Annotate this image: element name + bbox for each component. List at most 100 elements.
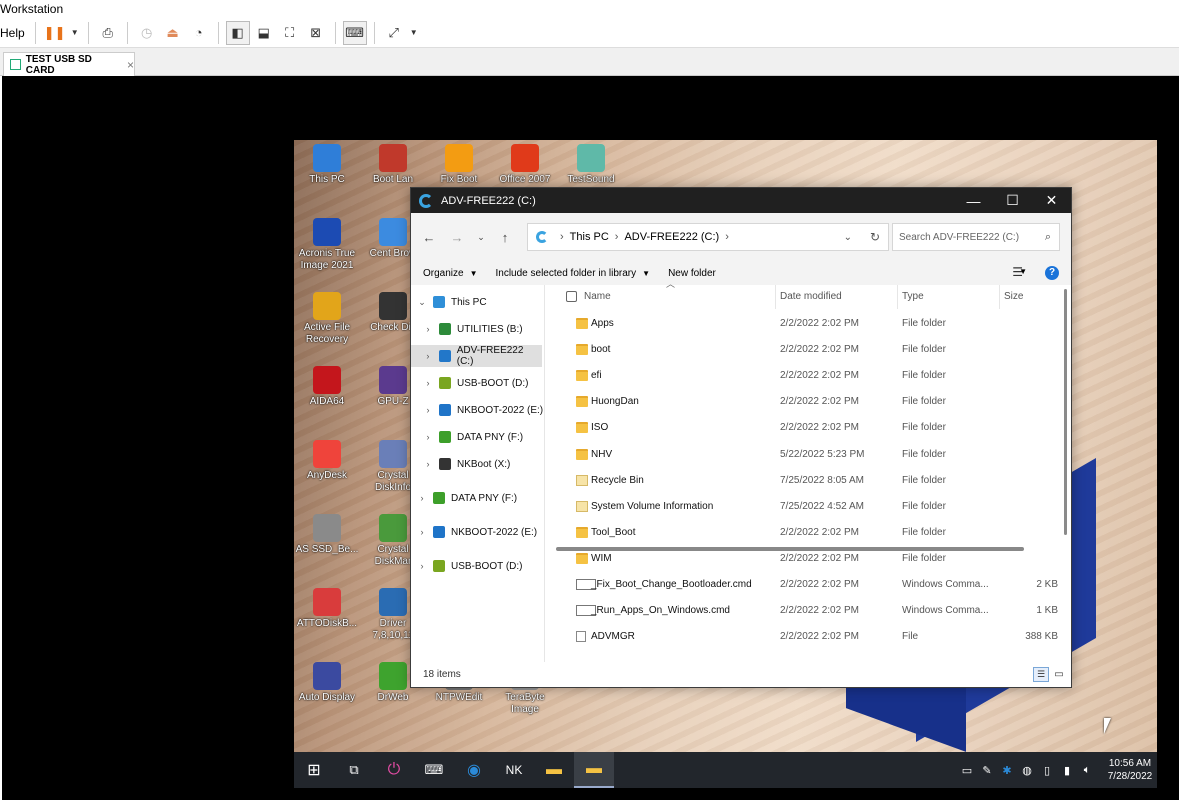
- nav-item[interactable]: ⌄ This PC: [411, 291, 545, 313]
- file-row[interactable]: Apps 2/2/2022 2:02 PM File folder: [546, 311, 1058, 337]
- full-screen-icon[interactable]: ⛶: [278, 21, 302, 45]
- column-name[interactable]: Name: [580, 285, 776, 309]
- nav-item[interactable]: › NKBOOT-2022 (E:): [411, 521, 545, 543]
- pen-icon[interactable]: ✎: [977, 764, 997, 777]
- desktop-shortcut[interactable]: Active File Recovery: [294, 292, 360, 346]
- snapshot-manager-icon[interactable]: ◔: [187, 21, 211, 45]
- navigation-pane[interactable]: ⌄ This PC › UTILITIES (B:) › ADV-FREE222 (C:)…: [411, 285, 545, 662]
- nav-item[interactable]: › DATA PNY (F:): [411, 487, 545, 509]
- desktop-shortcut[interactable]: Fix Boot: [426, 144, 492, 186]
- unity-icon[interactable]: ⊠: [304, 21, 328, 45]
- vertical-scrollbar-thumb[interactable]: [1064, 289, 1067, 535]
- chevron-right-icon[interactable]: ›: [421, 432, 435, 442]
- chevron-down-icon[interactable]: ▼: [408, 21, 420, 45]
- wifi-icon[interactable]: ◉: [454, 752, 494, 788]
- desktop-shortcut[interactable]: AIDA64: [294, 366, 360, 408]
- file-row[interactable]: _Run_Apps_On_Windows.cmd 2/2/2022 2:02 PM…: [546, 598, 1058, 624]
- start-icon[interactable]: ⊞: [294, 752, 334, 788]
- nav-item[interactable]: › ADV-FREE222 (C:): [411, 345, 542, 367]
- clock[interactable]: 10:56 AM 7/28/2022: [1103, 757, 1157, 783]
- file-row[interactable]: System Volume Information 7/25/2022 4:52 …: [546, 494, 1058, 520]
- pause-icon[interactable]: ❚❚: [43, 21, 67, 45]
- chevron-down-icon[interactable]: ▼: [69, 21, 81, 45]
- explorer-titlebar[interactable]: ADV-FREE222 (C:) — ☐ ✕: [411, 188, 1071, 213]
- snapshot-icon[interactable]: ◷: [135, 21, 159, 45]
- desktop-shortcut[interactable]: TestSound: [558, 144, 624, 186]
- show-library-icon[interactable]: ◧: [225, 20, 250, 45]
- maximize-button[interactable]: ☐: [993, 188, 1032, 213]
- explorer-window[interactable]: ADV-FREE222 (C:) — ☐ ✕ ← → ⌄ ↑ › This PC…: [410, 187, 1072, 688]
- file-row[interactable]: ADVMGR 2/2/2022 2:02 PM File 388 KB: [546, 624, 1058, 650]
- power-icon[interactable]: ⏻: [374, 752, 414, 788]
- address-bar[interactable]: › This PC › ADV-FREE222 (C:) › ⌄ ↻: [527, 223, 889, 251]
- close-button[interactable]: ✕: [1032, 188, 1071, 213]
- file-row[interactable]: _Fix_Boot_Change_Bootloader.cmd 2/2/2022 …: [546, 572, 1058, 598]
- send-ctrl-alt-del-icon[interactable]: ⎙: [96, 21, 120, 45]
- horizontal-scrollbar-thumb[interactable]: [556, 547, 1024, 551]
- file-row[interactable]: ISO 2/2/2022 2:02 PM File folder: [546, 415, 1058, 441]
- battery-icon[interactable]: ▮: [1057, 764, 1077, 777]
- desktop-shortcut[interactable]: ATTODiskB...: [294, 588, 360, 630]
- large-icons-view-icon[interactable]: ▭: [1051, 667, 1067, 682]
- help-menu[interactable]: Help: [0, 26, 29, 40]
- up-arrow-icon[interactable]: ↑: [491, 223, 519, 251]
- file-row[interactable]: Tool_Boot 2/2/2022 2:02 PM File folder: [546, 520, 1058, 546]
- task-view-icon[interactable]: ⧉: [334, 752, 374, 788]
- file-row[interactable]: boot 2/2/2022 2:02 PM File folder: [546, 337, 1058, 363]
- chevron-down-icon[interactable]: ▼: [1019, 267, 1027, 276]
- nav-item[interactable]: › USB-BOOT (D:): [411, 555, 545, 577]
- column-date-modified[interactable]: Date modified: [776, 285, 898, 309]
- tab-vm[interactable]: TEST USB SD CARD ×: [3, 52, 135, 76]
- nav-item[interactable]: › NKBoot (X:): [411, 453, 545, 475]
- file-row[interactable]: NHV 5/22/2022 5:23 PM File folder: [546, 442, 1058, 468]
- usb-icon[interactable]: ▯: [1037, 764, 1057, 777]
- console-view-icon[interactable]: ⌨: [342, 20, 367, 45]
- breadcrumb-drive[interactable]: ADV-FREE222 (C:): [624, 231, 719, 243]
- chevron-right-icon[interactable]: ›: [421, 351, 435, 361]
- minimize-button[interactable]: —: [954, 188, 993, 213]
- chevron-right-icon[interactable]: ›: [415, 493, 429, 503]
- search-input[interactable]: Search ADV-FREE222 (C:) ⌕: [892, 223, 1060, 251]
- chevron-right-icon[interactable]: ›: [421, 324, 435, 334]
- network-icon[interactable]: ▭: [957, 764, 977, 777]
- chevron-right-icon[interactable]: ›: [421, 405, 435, 415]
- recent-locations-chevron-icon[interactable]: ⌄: [471, 223, 491, 251]
- defender-icon[interactable]: ◍: [1017, 764, 1037, 777]
- column-size[interactable]: Size: [1000, 285, 1058, 309]
- volume-icon[interactable]: 🔈︎: [1077, 764, 1097, 777]
- close-icon[interactable]: ×: [127, 58, 134, 72]
- nav-item[interactable]: › DATA PNY (F:): [411, 426, 545, 448]
- chevron-down-icon[interactable]: ⌄: [844, 232, 852, 243]
- keyboard-icon[interactable]: ⌨: [414, 752, 454, 788]
- refresh-icon[interactable]: ↻: [870, 230, 880, 244]
- breadcrumb-chevron-icon[interactable]: ›: [725, 231, 729, 243]
- desktop-shortcut[interactable]: AnyDesk: [294, 440, 360, 482]
- chevron-right-icon[interactable]: ›: [415, 561, 429, 571]
- breadcrumb-chevron-icon[interactable]: ›: [560, 231, 564, 243]
- chevron-right-icon[interactable]: ›: [421, 378, 435, 388]
- help-icon[interactable]: ?: [1045, 266, 1059, 280]
- stretch-guest-icon[interactable]: ⤢: [382, 21, 406, 45]
- file-explorer-icon[interactable]: ▬: [534, 752, 574, 788]
- organize-button[interactable]: Organize ▼: [411, 268, 484, 279]
- nkboot-icon[interactable]: NK: [494, 752, 534, 788]
- file-row[interactable]: efi 2/2/2022 2:02 PM File folder: [546, 363, 1058, 389]
- nav-item[interactable]: › UTILITIES (B:): [411, 318, 545, 340]
- desktop-shortcut[interactable]: This PC: [294, 144, 360, 186]
- chevron-down-icon[interactable]: ⌄: [415, 297, 429, 308]
- desktop-shortcut[interactable]: Boot Lan: [360, 144, 426, 186]
- column-type[interactable]: Type: [898, 285, 1000, 309]
- breadcrumb-chevron-icon[interactable]: ›: [615, 231, 619, 243]
- file-row[interactable]: HuongDan 2/2/2022 2:02 PM File folder: [546, 389, 1058, 415]
- revert-snapshot-icon[interactable]: ⏏: [161, 21, 185, 45]
- select-all-checkbox[interactable]: [566, 291, 577, 302]
- chevron-right-icon[interactable]: ›: [415, 527, 429, 537]
- file-explorer-icon[interactable]: ▬: [574, 752, 614, 788]
- desktop-shortcut[interactable]: Auto Display: [294, 662, 360, 704]
- bluetooth-icon[interactable]: ✱: [997, 764, 1017, 777]
- desktop-shortcut[interactable]: AS SSD_Be...: [294, 514, 360, 556]
- details-view-icon[interactable]: ☰: [1033, 667, 1049, 682]
- desktop-shortcut[interactable]: Acronis True Image 2021: [294, 218, 360, 272]
- nav-item[interactable]: › USB-BOOT (D:): [411, 372, 545, 394]
- chevron-right-icon[interactable]: ›: [421, 459, 435, 469]
